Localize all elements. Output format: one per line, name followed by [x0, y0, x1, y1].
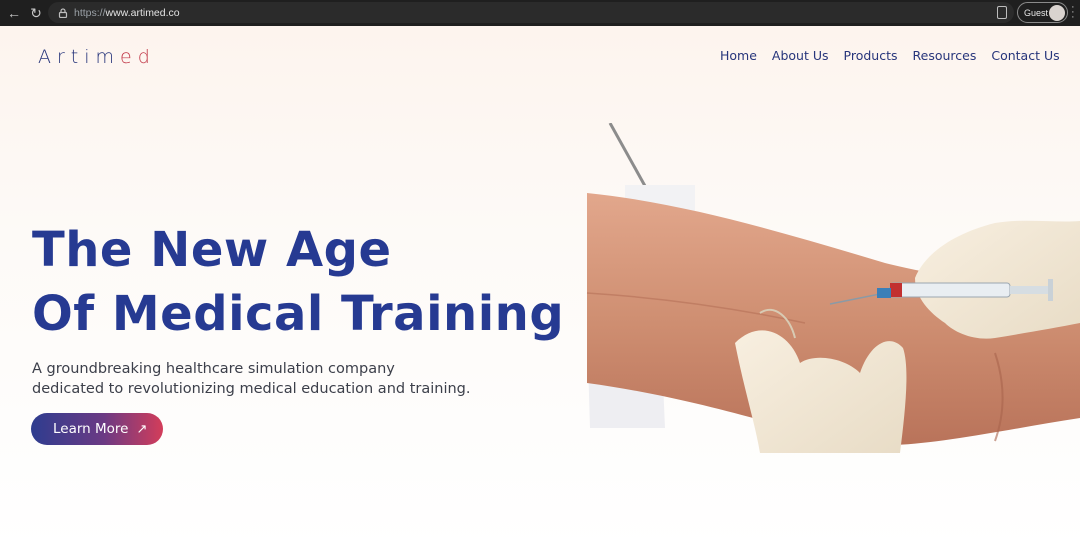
learn-more-button[interactable]: Learn More ↗	[31, 413, 163, 445]
profile-label: Guest	[1024, 7, 1049, 18]
nav-about-us[interactable]: About Us	[772, 48, 829, 63]
reload-icon[interactable]: ↻	[26, 3, 46, 23]
nav-home[interactable]: Home	[720, 48, 757, 63]
arrow-up-right-icon: ↗	[136, 421, 148, 437]
learn-more-label: Learn More	[53, 421, 129, 437]
lock-icon	[58, 7, 68, 18]
more-menu-icon[interactable]: · · ·	[1071, 2, 1075, 23]
page: Artimed Home About Us Products Resources…	[0, 26, 1080, 549]
hero-title: The New Age Of Medical Training	[32, 218, 564, 346]
back-arrow-icon[interactable]: ←	[4, 3, 24, 23]
profile-button[interactable]: Guest	[1017, 2, 1068, 23]
hero-subtitle: A groundbreaking healthcare simulation c…	[32, 361, 471, 397]
site-logo[interactable]: Artimed	[38, 46, 156, 68]
browser-toolbar: ← ↻ https://www.artimed.co Guest · · ·	[0, 0, 1080, 26]
reading-mode-icon[interactable]	[997, 6, 1007, 19]
address-bar[interactable]: https://www.artimed.co	[48, 2, 1014, 23]
hero-image	[586, 123, 1080, 453]
nav-resources[interactable]: Resources	[913, 48, 977, 63]
avatar	[1049, 5, 1065, 21]
main-nav: Home About Us Products Resources Contact…	[720, 48, 1075, 63]
nav-contact-us[interactable]: Contact Us	[991, 48, 1059, 63]
nav-products[interactable]: Products	[844, 48, 898, 63]
hero-title-line-1: The New Age	[32, 222, 392, 278]
hero-title-line-2: Of Medical Training	[32, 286, 565, 342]
url-text: https://www.artimed.co	[74, 6, 180, 19]
